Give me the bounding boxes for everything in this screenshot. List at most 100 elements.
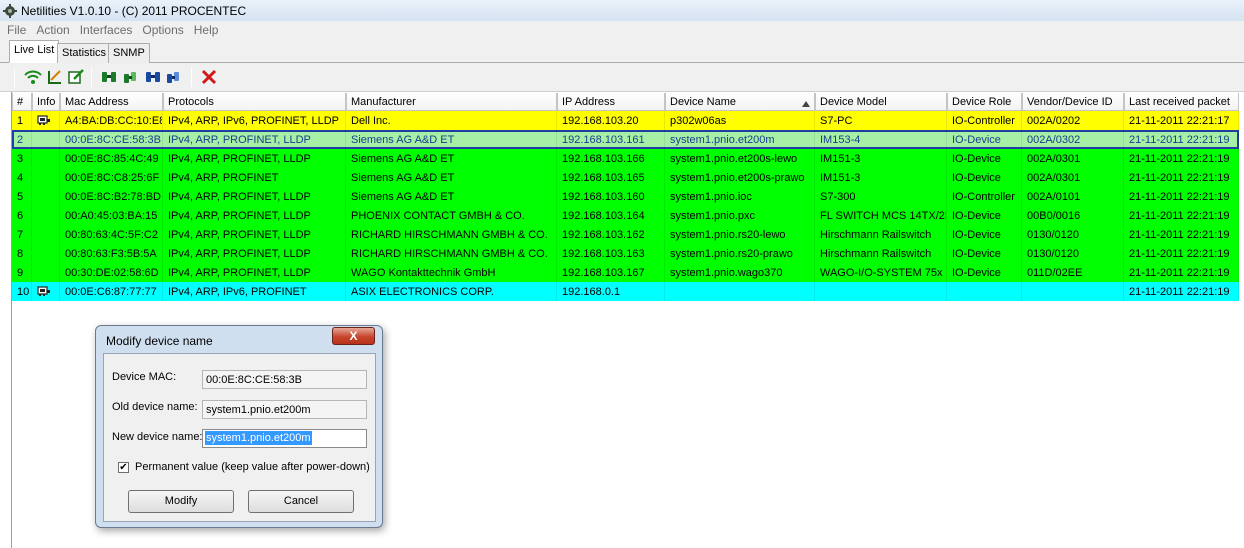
column-header-ip[interactable]: IP Address xyxy=(557,93,665,111)
cell-device-role: IO-Controller xyxy=(947,187,1022,206)
cell-device-role xyxy=(947,282,1022,301)
cell-device-role: IO-Device xyxy=(947,149,1022,168)
cell-info xyxy=(32,282,60,301)
cell-number: 9 xyxy=(12,263,32,282)
column-header-device-role[interactable]: Device Role xyxy=(947,93,1022,111)
cell-device-model: Hirschmann Railswitch xyxy=(815,244,947,263)
column-header-last-received[interactable]: Last received packet xyxy=(1124,93,1239,111)
cell-device-role: IO-Controller xyxy=(947,111,1022,130)
binoculars-blue-icon[interactable] xyxy=(143,67,163,87)
column-header-vendor-device-id[interactable]: Vendor/Device ID xyxy=(1022,93,1124,111)
close-icon[interactable]: X xyxy=(332,327,375,345)
cell-mac: 00:30:DE:02:58:6D xyxy=(60,263,163,282)
permanent-value-checkbox[interactable]: ✔ xyxy=(118,462,129,473)
cell-number: 10 xyxy=(12,282,32,301)
cell-last-received: 21-11-2011 22:21:19 xyxy=(1124,149,1239,168)
cell-device-role: IO-Device xyxy=(947,206,1022,225)
column-header-device-model[interactable]: Device Model xyxy=(815,93,947,111)
cell-manufacturer: Siemens AG A&D ET xyxy=(346,149,557,168)
cell-device-role: IO-Device xyxy=(947,263,1022,282)
tab-snmp[interactable]: SNMP xyxy=(108,43,150,63)
cell-device-name: system1.pnio.pxc xyxy=(665,206,815,225)
binoculars-pair-icon[interactable] xyxy=(121,67,141,87)
cell-number: 6 xyxy=(12,206,32,225)
menu-options[interactable]: Options xyxy=(137,23,188,37)
column-header-number[interactable]: # xyxy=(12,93,32,111)
binoculars-icon[interactable] xyxy=(99,67,119,87)
column-header-info[interactable]: Info xyxy=(32,93,60,111)
cell-ip: 192.168.103.166 xyxy=(557,149,665,168)
cell-device-name xyxy=(665,282,815,301)
cell-device-model: IM153-4 xyxy=(815,130,947,149)
cell-vendor-device-id: 0130/0120 xyxy=(1022,225,1124,244)
cancel-button[interactable]: Cancel xyxy=(248,490,354,513)
menu-bar: File Action Interfaces Options Help xyxy=(0,21,1244,39)
cell-protocols: IPv4, ARP, IPv6, PROFINET xyxy=(163,282,346,301)
column-header-manufacturer[interactable]: Manufacturer xyxy=(346,93,557,111)
modify-button[interactable]: Modify xyxy=(128,490,234,513)
old-device-name-field: system1.pnio.et200m xyxy=(202,400,367,419)
cell-protocols: IPv4, ARP, PROFINET, LLDP xyxy=(163,149,346,168)
cell-manufacturer: Siemens AG A&D ET xyxy=(346,187,557,206)
network-card-icon xyxy=(37,285,51,297)
cell-device-name: system1.pnio.et200m xyxy=(665,130,815,149)
menu-interfaces[interactable]: Interfaces xyxy=(75,23,138,37)
binoculars-search-icon[interactable] xyxy=(164,67,184,87)
edit-note-icon[interactable] xyxy=(66,67,86,87)
column-header-mac[interactable]: Mac Address xyxy=(60,93,163,111)
modify-device-name-dialog: Modify device name X Device MAC: 00:0E:8… xyxy=(95,325,383,528)
table-row[interactable]: 10 00:0E:C6:87:77:77 IPv4, ARP, IPv6, PROF… xyxy=(12,282,1239,301)
cell-device-name: system1.pnio.et200s-prawo xyxy=(665,168,815,187)
table-row[interactable]: 7 00:80:63:4C:5F:C2 IPv4, ARP, PROFINET, L… xyxy=(12,225,1239,244)
table-row[interactable]: 9 00:30:DE:02:58:6D IPv4, ARP, PROFINET, L… xyxy=(12,263,1239,282)
cell-ip: 192.168.103.164 xyxy=(557,206,665,225)
cell-protocols: IPv4, ARP, PROFINET, LLDP xyxy=(163,130,346,149)
cell-protocols: IPv4, ARP, IPv6, PROFINET, LLDP xyxy=(163,111,346,130)
cell-info xyxy=(32,111,60,130)
new-device-name-input[interactable]: system1.pnio.et200m xyxy=(202,429,367,448)
cell-vendor-device-id xyxy=(1022,282,1124,301)
menu-action[interactable]: Action xyxy=(31,23,74,37)
cell-device-model xyxy=(815,282,947,301)
cell-manufacturer: RICHARD HIRSCHMANN GMBH & CO. xyxy=(346,225,557,244)
cell-device-name: system1.pnio.et200s-lewo xyxy=(665,149,815,168)
new-device-name-selected-text: system1.pnio.et200m xyxy=(205,431,312,445)
cell-protocols: IPv4, ARP, PROFINET, LLDP xyxy=(163,244,346,263)
cell-manufacturer: Siemens AG A&D ET xyxy=(346,130,557,149)
menu-file[interactable]: File xyxy=(2,23,31,37)
cell-last-received: 21-11-2011 22:21:19 xyxy=(1124,225,1239,244)
table-row[interactable]: 5 00:0E:8C:B2:78:BD IPv4, ARP, PROFINET, L… xyxy=(12,187,1239,206)
cell-mac: 00:0E:8C:B2:78:BD xyxy=(60,187,163,206)
table-row[interactable]: 8 00:80:63:F3:5B:5A IPv4, ARP, PROFINET, L… xyxy=(12,244,1239,263)
tab-statistics[interactable]: Statistics xyxy=(57,43,112,63)
table-row[interactable]: 2 00:0E:8C:CE:58:3B IPv4, ARP, PROFINET, L… xyxy=(12,130,1239,149)
delete-icon[interactable] xyxy=(199,67,219,87)
cell-info xyxy=(32,225,60,244)
cell-number: 4 xyxy=(12,168,32,187)
table-row[interactable]: 4 00:0E:8C:C8:25:6F IPv4, ARP, PROFINET Sie… xyxy=(12,168,1239,187)
cell-ip: 192.168.0.1 xyxy=(557,282,665,301)
cell-ip: 192.168.103.167 xyxy=(557,263,665,282)
table-row[interactable]: 3 00:0E:8C:85:4C:49 IPv4, ARP, PROFINET, L… xyxy=(12,149,1239,168)
cell-manufacturer: PHOENIX CONTACT GMBH & CO. xyxy=(346,206,557,225)
cell-info xyxy=(32,130,60,149)
table-row[interactable]: 1 A4:BA:DB:CC:10:E8 IPv4, ARP, IPv6, PROFI… xyxy=(12,111,1239,130)
cell-ip: 192.168.103.165 xyxy=(557,168,665,187)
column-header-protocols[interactable]: Protocols xyxy=(163,93,346,111)
table-row[interactable]: 6 00:A0:45:03:BA:15 IPv4, ARP, PROFINET, L… xyxy=(12,206,1239,225)
permanent-value-label: Permanent value (keep value after power-… xyxy=(135,461,370,473)
device-mac-field: 00:0E:8C:CE:58:3B xyxy=(202,370,367,389)
cell-last-received: 21-11-2011 22:21:17 xyxy=(1124,111,1239,130)
cell-device-name: system1.pnio.wago370 xyxy=(665,263,815,282)
app-gear-icon xyxy=(3,3,17,18)
column-header-device-name[interactable]: Device Name xyxy=(665,93,815,111)
cell-ip: 192.168.103.163 xyxy=(557,244,665,263)
cell-vendor-device-id: 002A/0301 xyxy=(1022,149,1124,168)
tab-live-list[interactable]: Live List xyxy=(9,40,60,63)
menu-help[interactable]: Help xyxy=(189,23,224,37)
edit-chart-icon[interactable] xyxy=(45,67,65,87)
toolbar-separator xyxy=(91,68,92,87)
wireless-scan-icon[interactable] xyxy=(23,67,43,87)
cell-mac: A4:BA:DB:CC:10:E8 xyxy=(60,111,163,130)
cell-device-model: Hirschmann Railswitch xyxy=(815,225,947,244)
